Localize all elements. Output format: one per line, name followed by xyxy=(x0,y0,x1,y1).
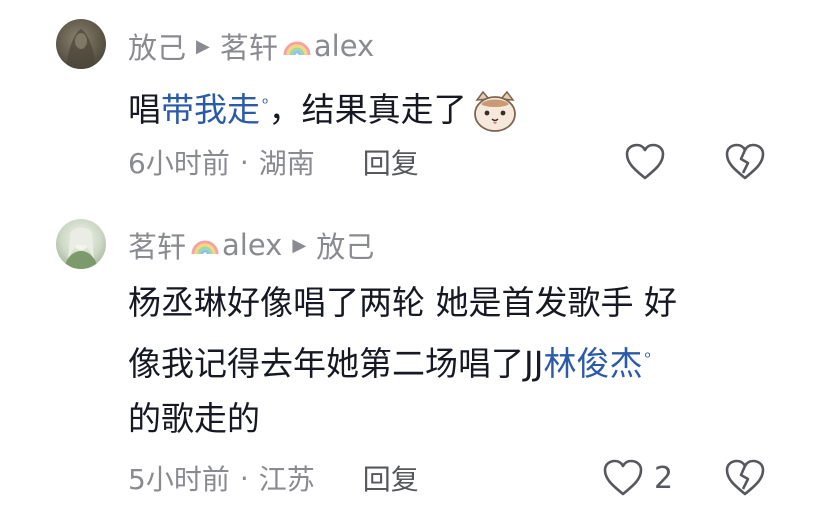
comment-author[interactable]: 茗轩 xyxy=(128,224,186,266)
avatar[interactable] xyxy=(56,19,106,69)
comment-location: 江苏 xyxy=(258,463,315,496)
separator-dot: · xyxy=(239,461,249,495)
comment-text-prefix: 唱 xyxy=(128,90,161,129)
rainbow-icon xyxy=(283,41,311,56)
comment-line: 的歌走的 xyxy=(128,399,260,438)
comment-header: 茗轩 alex ▶ 放己 xyxy=(128,223,374,267)
search-icon: ᵒ xyxy=(262,94,269,113)
comment-location: 湖南 xyxy=(258,147,315,180)
like-button[interactable]: 2 xyxy=(602,458,673,498)
comment-time: 5小时前 xyxy=(128,463,230,496)
dislike-button[interactable] xyxy=(724,142,766,182)
reply-to-suffix[interactable]: alex xyxy=(314,29,374,63)
avatar[interactable] xyxy=(56,219,106,269)
comment-line: 像我记得去年她第二场唱了JJ林俊杰 ᵒ xyxy=(128,330,677,391)
reply-to-user[interactable]: 放己 xyxy=(316,224,374,266)
comment-author[interactable]: 放己 xyxy=(128,25,186,67)
comment-text-prefix: 像我记得去年她第二场唱了JJ xyxy=(128,344,544,383)
comment-header: 放己 ▶ 茗轩 alex xyxy=(128,24,374,68)
play-triangle-icon: ▶ xyxy=(292,234,307,256)
comment-footer: 6小时前 · 湖南 回复 xyxy=(128,142,419,182)
comment-line: 杨丞琳好像唱了两轮 她是首发歌手 好 xyxy=(128,283,677,322)
dislike-button[interactable] xyxy=(724,458,766,498)
reply-button[interactable]: 回复 xyxy=(363,458,419,498)
search-link[interactable]: 带我走 xyxy=(161,90,260,129)
reply-to-user[interactable]: 茗轩 xyxy=(220,25,278,67)
like-button[interactable] xyxy=(624,142,676,182)
comment-text-suffix: ，结果真走了 xyxy=(268,90,467,129)
broken-heart-icon xyxy=(725,143,765,180)
comment-footer: 5小时前 · 江苏 回复 xyxy=(128,458,419,498)
separator-dot: · xyxy=(239,145,249,179)
author-suffix[interactable]: alex xyxy=(222,228,282,262)
comment-text: 唱带我走 ᵒ，结果真走了 xyxy=(128,76,519,137)
rainbow-icon xyxy=(191,240,219,255)
like-count: 2 xyxy=(654,460,674,496)
heart-outline-icon xyxy=(625,143,665,180)
play-triangle-icon: ▶ xyxy=(196,35,210,57)
search-link[interactable]: 林俊杰 xyxy=(543,344,642,383)
broken-heart-icon xyxy=(725,459,765,496)
heart-outline-icon xyxy=(603,459,643,496)
comment-time: 6小时前 xyxy=(128,147,230,180)
search-icon: ᵒ xyxy=(644,348,652,367)
comment-text: 杨丞琳好像唱了两轮 她是首发歌手 好 像我记得去年她第二场唱了JJ林俊杰 ᵒ 的歌… xyxy=(128,275,677,446)
reply-button[interactable]: 回复 xyxy=(363,142,419,182)
cat-face-emoji xyxy=(473,90,516,132)
